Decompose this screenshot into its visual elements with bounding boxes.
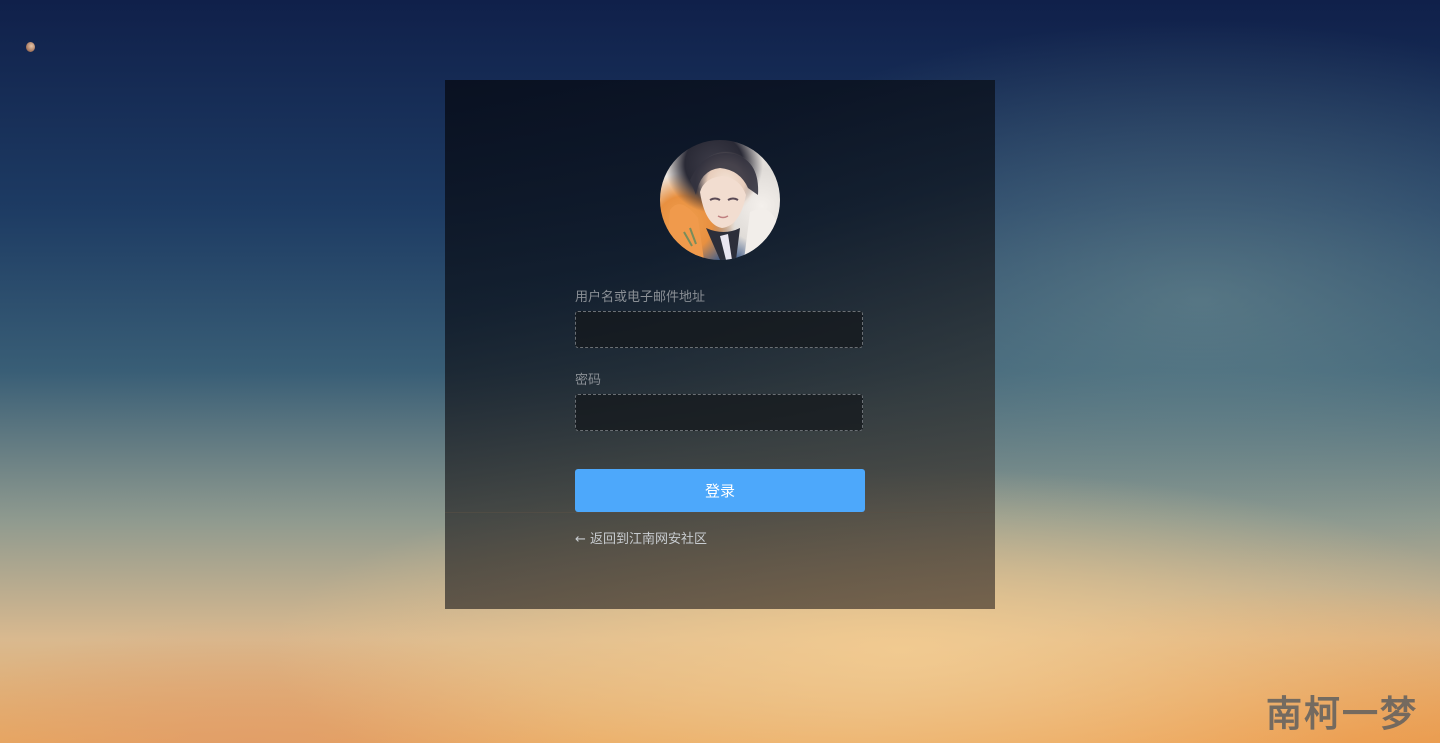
divider [445,512,995,513]
username-input[interactable] [575,311,863,348]
avatar-illustration [666,153,780,260]
watermark: 南柯一梦 [1265,694,1418,735]
password-label: 密码 [575,373,602,388]
password-input[interactable] [575,394,863,431]
avatar [660,140,780,260]
login-panel: 用户名或电子邮件地址 密码 登录 ← 返回到江南网安社区 [445,80,995,609]
moon-decoration [26,42,35,52]
login-button[interactable]: 登录 [575,469,865,512]
back-to-community-link[interactable]: ← 返回到江南网安社区 [575,532,707,548]
username-label: 用户名或电子邮件地址 [575,290,706,305]
